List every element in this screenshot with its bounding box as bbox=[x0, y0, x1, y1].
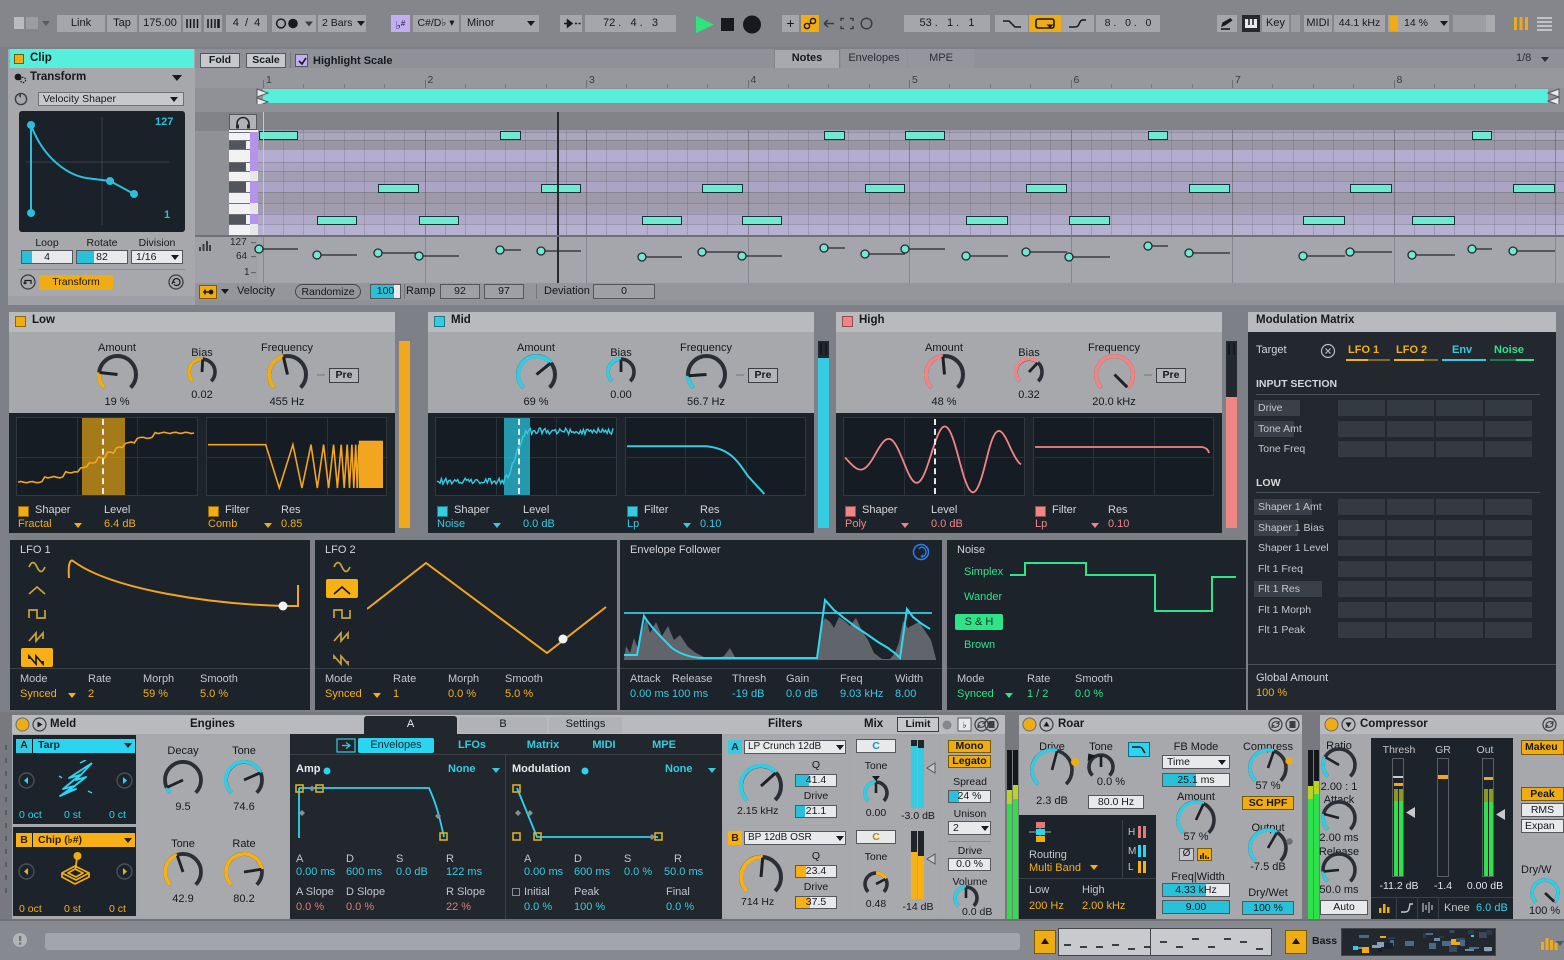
svg-text:♭: ♭ bbox=[962, 720, 966, 730]
